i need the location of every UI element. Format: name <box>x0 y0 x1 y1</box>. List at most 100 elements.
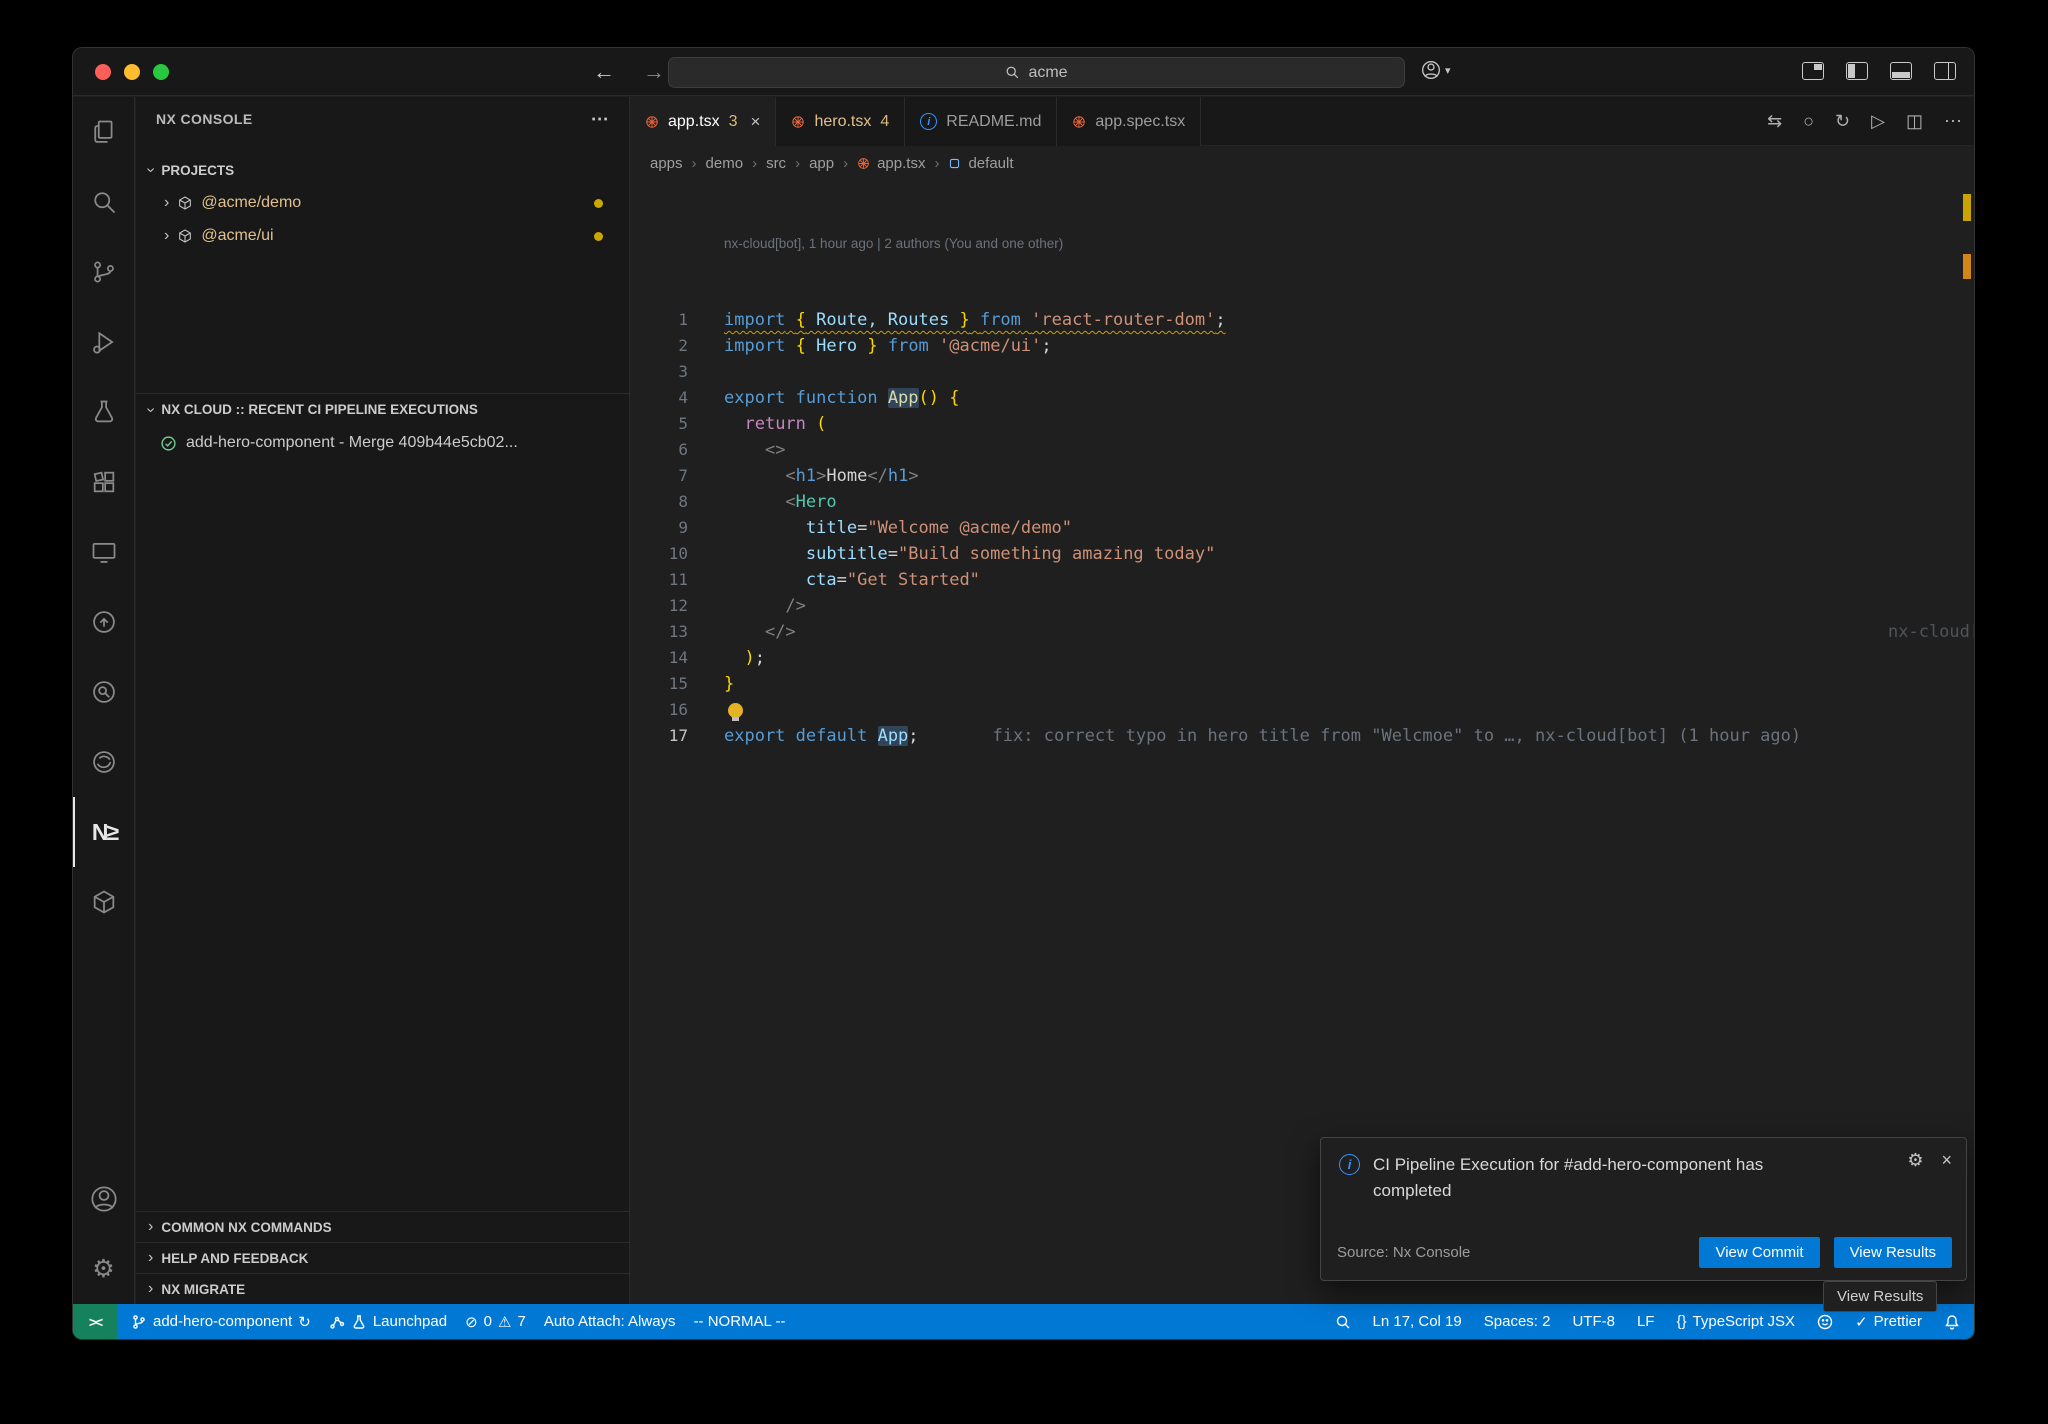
notifications-bell[interactable] <box>1944 1314 1960 1330</box>
compare-changes-icon[interactable]: ⇆ <box>1767 111 1782 132</box>
code-line[interactable]: 12 /> <box>630 593 1960 619</box>
accounts-icon[interactable] <box>73 1164 134 1234</box>
pipeline-label: add-hero-component - Merge 409b44e5cb02.… <box>186 434 518 452</box>
circle-icon[interactable]: ○ <box>1803 111 1814 132</box>
code-line[interactable]: 10 subtitle="Build something amazing tod… <box>630 541 1960 567</box>
remote-explorer-icon[interactable] <box>73 517 134 587</box>
breadcrumb-item[interactable]: demo <box>706 155 744 172</box>
sync-icon: ↻ <box>298 1313 311 1331</box>
check-icon: ✓ <box>1855 1313 1868 1331</box>
editor-more-actions-icon[interactable]: ⋯ <box>1944 111 1962 132</box>
inline-git-blame: fix: correct typo in hero title from "We… <box>993 723 1802 749</box>
code-line[interactable]: 2import { Hero } from '@acme/ui'; <box>630 333 1960 359</box>
pipeline-execution-item[interactable]: add-hero-component - Merge 409b44e5cb02.… <box>136 427 629 459</box>
testing-icon[interactable] <box>73 377 134 447</box>
code-lens-icon[interactable] <box>73 657 134 727</box>
cloud-agents-icon[interactable] <box>73 587 134 657</box>
cursor-position[interactable]: Ln 17, Col 19 <box>1373 1313 1462 1330</box>
modified-dot <box>594 232 603 241</box>
package-icon <box>177 228 193 244</box>
code-line[interactable]: 8 <Hero <box>630 489 1960 515</box>
browser-icon[interactable] <box>73 727 134 797</box>
info-icon: i <box>920 113 937 130</box>
nx-migrate-section[interactable]: › NX MIGRATE <box>136 1273 629 1304</box>
projects-section-header[interactable]: › PROJECTS <box>136 155 629 185</box>
chevron-right-icon: › <box>164 194 169 212</box>
vim-mode-indicator[interactable]: -- NORMAL -- <box>694 1313 786 1330</box>
minimize-window-button[interactable] <box>124 64 140 80</box>
customize-layout-button[interactable] <box>1802 62 1824 80</box>
back-button[interactable]: ← <box>593 59 615 85</box>
branch-indicator[interactable]: add-hero-component ↻ <box>131 1313 311 1331</box>
breadcrumb-item[interactable]: default <box>968 155 1013 172</box>
launchpad-button[interactable]: Launchpad <box>329 1313 447 1330</box>
search-icon[interactable] <box>73 167 134 237</box>
notification-close-icon[interactable]: × <box>1941 1150 1952 1171</box>
code-line[interactable]: 7 <h1>Home</h1> <box>630 463 1960 489</box>
close-window-button[interactable] <box>95 64 111 80</box>
code-line[interactable]: 14 ); <box>630 645 1960 671</box>
tab-readme-md[interactable]: i README.md <box>905 97 1057 146</box>
breadcrumb-separator: › <box>752 155 757 172</box>
code-line[interactable]: 17export default App;fix: correct typo i… <box>630 723 1960 749</box>
common-nx-commands-section[interactable]: › COMMON NX COMMANDS <box>136 1211 629 1242</box>
run-file-icon[interactable]: ▷ <box>1871 111 1885 132</box>
zoom-indicator[interactable] <box>1335 1314 1351 1330</box>
toggle-secondary-sidebar-button[interactable] <box>1934 62 1956 80</box>
feedback-smiley[interactable] <box>1817 1314 1833 1330</box>
nx-console-icon[interactable]: N≥ <box>73 797 134 867</box>
eol-indicator[interactable]: LF <box>1637 1313 1655 1330</box>
remote-indicator[interactable]: >< <box>73 1304 117 1339</box>
view-results-button[interactable]: View Results <box>1834 1237 1952 1268</box>
help-and-feedback-section[interactable]: › HELP AND FEEDBACK <box>136 1242 629 1273</box>
sidebar-more-actions[interactable]: ⋯ <box>591 109 609 130</box>
code-line[interactable]: 6 <> <box>630 437 1960 463</box>
code-line[interactable]: 3 <box>630 359 1960 385</box>
breadcrumb-item[interactable]: apps <box>650 155 683 172</box>
zoom-window-button[interactable] <box>153 64 169 80</box>
notification-toast: i CI Pipeline Execution for #add-hero-co… <box>1320 1137 1967 1281</box>
encoding-indicator[interactable]: UTF-8 <box>1572 1313 1615 1330</box>
run-debug-icon[interactable] <box>73 307 134 377</box>
tab-hero-tsx[interactable]: hero.tsx 4 <box>776 97 905 146</box>
problems-indicator[interactable]: ⊘ 0 ⚠ 7 <box>465 1313 526 1331</box>
code-line[interactable]: 4export function App() { <box>630 385 1960 411</box>
lightbulb-icon[interactable] <box>728 703 743 718</box>
breadcrumb-item[interactable]: src <box>766 155 786 172</box>
code-line[interactable]: 11 cta="Get Started" <box>630 567 1960 593</box>
formatter-indicator[interactable]: ✓ Prettier <box>1855 1313 1922 1331</box>
account-menu-button[interactable]: ▾ <box>1421 60 1451 80</box>
code-line[interactable]: 13 </> <box>630 619 1960 645</box>
code-line[interactable]: 9 title="Welcome @acme/demo" <box>630 515 1960 541</box>
toggle-panel-button[interactable] <box>1890 62 1912 80</box>
command-center-search[interactable]: acme <box>668 57 1405 88</box>
tab-app-tsx[interactable]: app.tsx 3 × <box>630 97 776 146</box>
explorer-icon[interactable] <box>73 97 134 167</box>
breadcrumb-item[interactable]: app.tsx <box>877 155 925 172</box>
source-control-icon[interactable] <box>73 237 134 307</box>
code-line[interactable]: 15} <box>630 671 1960 697</box>
project-item-ui[interactable]: › @acme/ui <box>136 220 629 252</box>
extensions-icon[interactable] <box>73 447 134 517</box>
tab-app-spec-tsx[interactable]: app.spec.tsx <box>1057 97 1201 146</box>
container-icon[interactable] <box>73 867 134 937</box>
code-editor[interactable]: nx-cloud[bot], 1 hour ago | 2 authors (Y… <box>630 181 1960 1304</box>
forward-button[interactable]: → <box>643 59 665 85</box>
close-tab-icon[interactable]: × <box>751 112 761 132</box>
auto-attach-indicator[interactable]: Auto Attach: Always <box>544 1313 676 1330</box>
code-line[interactable]: 1import { Route, Routes } from 'react-ro… <box>630 307 1960 333</box>
toggle-primary-sidebar-button[interactable] <box>1846 62 1868 80</box>
code-line[interactable]: 5 return ( <box>630 411 1960 437</box>
view-commit-button[interactable]: View Commit <box>1699 1237 1819 1268</box>
indentation-indicator[interactable]: Spaces: 2 <box>1484 1313 1551 1330</box>
nx-cloud-section-header[interactable]: › NX CLOUD :: RECENT CI PIPELINE EXECUTI… <box>136 393 629 425</box>
language-indicator[interactable]: {} TypeScript JSX <box>1676 1313 1795 1330</box>
refresh-icon[interactable]: ↻ <box>1835 111 1850 132</box>
split-editor-icon[interactable]: ◫ <box>1906 111 1923 132</box>
chevron-right-icon: › <box>148 1280 153 1298</box>
code-line[interactable]: 16 <box>630 697 1960 723</box>
notification-settings-gear-icon[interactable]: ⚙ <box>1907 1150 1923 1171</box>
project-item-demo[interactable]: › @acme/demo <box>136 187 629 219</box>
breadcrumb-item[interactable]: app <box>809 155 834 172</box>
settings-gear-icon[interactable]: ⚙ <box>73 1234 134 1304</box>
